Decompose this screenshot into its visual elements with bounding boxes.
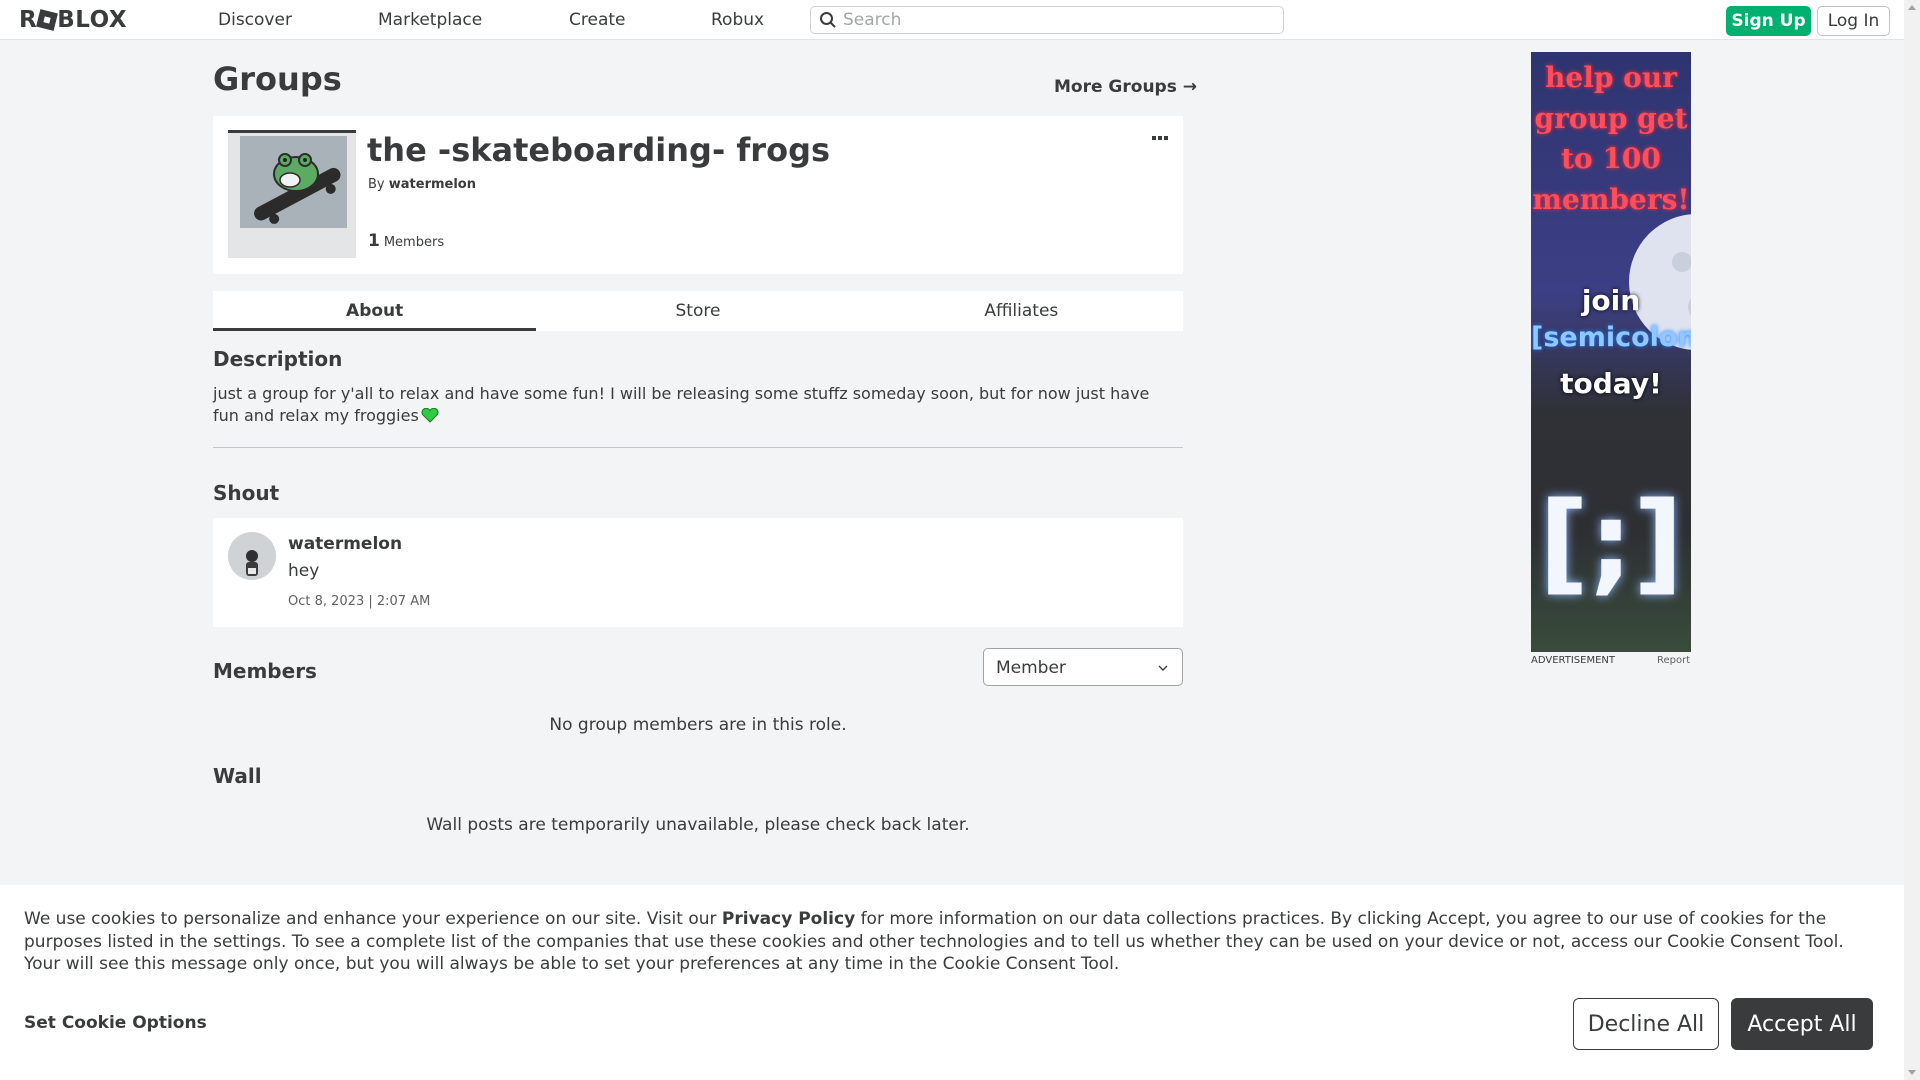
top-navigation-bar: R BLOX Discover Marketplace Create Robux … bbox=[0, 0, 1920, 40]
role-dropdown[interactable]: Member bbox=[983, 648, 1183, 686]
tab-about[interactable]: About bbox=[213, 291, 537, 331]
nav-link-marketplace[interactable]: Marketplace bbox=[378, 10, 482, 30]
ad-text-line: group get bbox=[1534, 102, 1688, 135]
scroll-up-icon[interactable] bbox=[1908, 5, 1916, 10]
by-prefix: By bbox=[368, 177, 385, 192]
page-scrollbar[interactable] bbox=[1904, 0, 1920, 1080]
more-options-icon[interactable] bbox=[1152, 134, 1172, 142]
shout-author-link[interactable]: watermelon bbox=[288, 534, 402, 554]
page-title: Groups bbox=[213, 60, 342, 98]
shout-heading: Shout bbox=[213, 481, 280, 505]
shout-message: hey bbox=[288, 561, 320, 581]
search-box[interactable] bbox=[810, 6, 1284, 34]
member-count: 1 Members bbox=[368, 231, 444, 251]
wall-heading: Wall bbox=[213, 764, 262, 788]
decline-all-button[interactable]: Decline All bbox=[1573, 998, 1719, 1050]
ad-text-line: [semicolon] bbox=[1531, 322, 1691, 353]
description-heading: Description bbox=[213, 347, 343, 371]
members-empty-message: No group members are in this role. bbox=[549, 715, 847, 735]
roblox-logo[interactable]: R BLOX bbox=[19, 7, 127, 33]
wall-unavailable-message: Wall posts are temporarily unavailable, … bbox=[426, 815, 970, 835]
tab-store[interactable]: Store bbox=[536, 291, 859, 331]
member-count-label: Members bbox=[383, 235, 445, 250]
group-emblem-image bbox=[240, 136, 347, 228]
group-emblem[interactable] bbox=[228, 130, 356, 258]
set-cookie-options-link[interactable]: Set Cookie Options bbox=[24, 1013, 207, 1033]
green-heart-icon bbox=[421, 408, 439, 423]
shout-timestamp: Oct 8, 2023 | 2:07 AM bbox=[288, 594, 431, 609]
frog-skateboard-image bbox=[240, 136, 347, 228]
accept-all-button[interactable]: Accept All bbox=[1731, 998, 1873, 1050]
sign-up-button[interactable]: Sign Up bbox=[1726, 6, 1811, 36]
more-groups-link[interactable]: More Groups → bbox=[1054, 77, 1197, 97]
log-in-button[interactable]: Log In bbox=[1817, 6, 1890, 36]
avatar[interactable] bbox=[228, 532, 276, 580]
ad-text-line: to 100 bbox=[1561, 142, 1661, 175]
tab-affiliates[interactable]: Affiliates bbox=[860, 291, 1183, 331]
search-icon bbox=[820, 12, 836, 28]
nav-link-discover[interactable]: Discover bbox=[218, 10, 292, 30]
cookie-consent-banner: We use cookies to personalize and enhanc… bbox=[0, 885, 1904, 1080]
group-description: just a group for y'all to relax and have… bbox=[213, 384, 1150, 425]
logo-o-mark bbox=[36, 9, 59, 31]
group-header-card: the -skateboarding- frogs By watermelon … bbox=[213, 116, 1183, 274]
nav-link-robux[interactable]: Robux bbox=[711, 10, 764, 30]
shout-card: watermelon hey Oct 8, 2023 | 2:07 AM bbox=[213, 518, 1183, 627]
section-divider bbox=[213, 447, 1183, 448]
role-dropdown-value: Member bbox=[996, 658, 1066, 678]
semicolon-logo: [;] bbox=[1538, 478, 1684, 606]
ad-text-line: help our bbox=[1545, 61, 1677, 94]
advertisement-banner[interactable]: help our group get to 100 members! join … bbox=[1531, 52, 1691, 652]
ad-text-line: today! bbox=[1560, 367, 1662, 400]
group-owner-link[interactable]: watermelon bbox=[389, 177, 476, 192]
nav-link-create[interactable]: Create bbox=[569, 10, 626, 30]
group-tabs: About Store Affiliates bbox=[213, 291, 1183, 331]
cookie-notice-text: We use cookies to personalize and enhanc… bbox=[24, 909, 1844, 974]
advertisement-label: ADVERTISEMENT bbox=[1531, 655, 1616, 666]
chevron-down-icon bbox=[1158, 665, 1168, 671]
group-name: the -skateboarding- frogs bbox=[367, 131, 831, 169]
ad-text-line: members! bbox=[1532, 183, 1690, 216]
members-heading: Members bbox=[213, 659, 317, 683]
avatar-image bbox=[228, 532, 276, 580]
search-input[interactable] bbox=[843, 9, 1273, 31]
ad-text-line: join bbox=[1581, 284, 1641, 317]
group-owner-line: By watermelon bbox=[368, 177, 476, 192]
scroll-down-icon[interactable] bbox=[1908, 1070, 1916, 1075]
privacy-policy-link[interactable]: Privacy Policy bbox=[722, 909, 855, 929]
report-ad-link[interactable]: Report bbox=[1657, 655, 1690, 666]
member-count-number: 1 bbox=[368, 231, 380, 251]
